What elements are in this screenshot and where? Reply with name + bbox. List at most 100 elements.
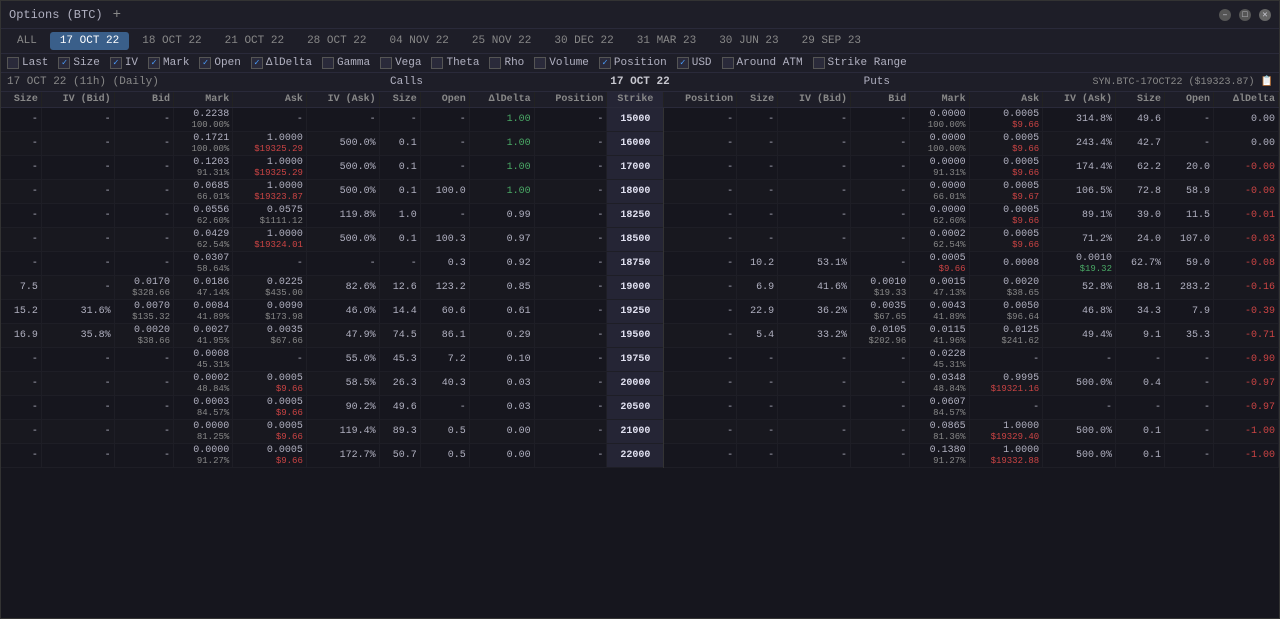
c-open: - — [420, 396, 469, 420]
p-delta: -0.00 — [1213, 180, 1278, 204]
vega-checkbox[interactable] — [380, 57, 392, 69]
c-size2: 89.3 — [379, 420, 420, 444]
size-label: Size — [73, 57, 99, 69]
delta-label: ΔlDelta — [266, 57, 312, 69]
tab-04nov22[interactable]: 04 NOV 22 — [380, 32, 459, 50]
col-calls-size2: Size — [379, 92, 420, 108]
puts-label: Puts — [864, 76, 890, 88]
c-position: - — [534, 180, 607, 204]
iv-checkbox[interactable] — [110, 57, 122, 69]
table-row: - - - 0.000384.57% 0.0005$9.66 90.2% 49.… — [1, 396, 1279, 420]
p-bid: - — [850, 132, 909, 156]
p-mark: 0.0000100.00% — [910, 132, 969, 156]
c-iv-bid: - — [41, 276, 114, 300]
c-bid: - — [114, 132, 173, 156]
p-iv-ask: 89.1% — [1043, 204, 1116, 228]
p-open: - — [1164, 444, 1213, 468]
app-window: Options (BTC) + – □ ✕ ALL 17 OCT 22 18 O… — [0, 0, 1280, 619]
tab-30jun23[interactable]: 30 JUN 23 — [709, 32, 788, 50]
tab-29sep23[interactable]: 29 SEP 23 — [792, 32, 871, 50]
gamma-checkbox[interactable] — [322, 57, 334, 69]
ctrl-mark[interactable]: Mark — [148, 57, 189, 69]
strike-21000: 21000 — [607, 420, 664, 444]
c-size2: - — [379, 108, 420, 132]
tab-30dec22[interactable]: 30 DEC 22 — [544, 32, 623, 50]
mark-checkbox[interactable] — [148, 57, 160, 69]
ctrl-theta[interactable]: Theta — [431, 57, 479, 69]
p-iv-bid: - — [778, 420, 851, 444]
maximize-button[interactable]: □ — [1239, 9, 1251, 21]
c-bid: - — [114, 420, 173, 444]
minimize-button[interactable]: – — [1219, 9, 1231, 21]
ctrl-last[interactable]: Last — [7, 57, 48, 69]
tab-21oct22[interactable]: 21 OCT 22 — [215, 32, 294, 50]
table-row: - - - 0.000091.27% 0.0005$9.66 172.7% 50… — [1, 444, 1279, 468]
close-button[interactable]: ✕ — [1259, 9, 1271, 21]
tab-18oct22[interactable]: 18 OCT 22 — [132, 32, 211, 50]
tab-25nov22[interactable]: 25 NOV 22 — [462, 32, 541, 50]
ctrl-around-atm[interactable]: Around ATM — [722, 57, 803, 69]
ctrl-volume[interactable]: Volume — [534, 57, 589, 69]
strike-15000: 15000 — [607, 108, 664, 132]
p-iv-ask: 500.0% — [1043, 444, 1116, 468]
ctrl-strike-range[interactable]: Strike Range — [813, 57, 907, 69]
c-bid: - — [114, 396, 173, 420]
c-mark: 0.000384.57% — [173, 396, 232, 420]
p-ask: 0.0050$96.64 — [969, 300, 1043, 324]
p-bid: - — [850, 420, 909, 444]
p-bid: - — [850, 396, 909, 420]
strike-19500: 19500 — [607, 324, 664, 348]
col-calls-iv-ask: IV (Ask) — [306, 92, 379, 108]
strike-range-checkbox[interactable] — [813, 57, 825, 69]
ctrl-gamma[interactable]: Gamma — [322, 57, 370, 69]
ctrl-rho[interactable]: Rho — [489, 57, 524, 69]
p-iv-ask: 71.2% — [1043, 228, 1116, 252]
tab-28oct22[interactable]: 28 OCT 22 — [297, 32, 376, 50]
c-position: - — [534, 444, 607, 468]
c-iv-bid: - — [41, 204, 114, 228]
p-size: - — [737, 348, 778, 372]
c-position: - — [534, 252, 607, 276]
c-bid: - — [114, 180, 173, 204]
tab-17oct22[interactable]: 17 OCT 22 — [50, 32, 129, 50]
last-checkbox[interactable] — [7, 57, 19, 69]
tab-all[interactable]: ALL — [7, 32, 47, 50]
ctrl-iv[interactable]: IV — [110, 57, 138, 69]
c-ask: - — [233, 108, 307, 132]
c-iv-ask: 46.0% — [306, 300, 379, 324]
options-table-container: Size IV (Bid) Bid Mark Ask IV (Ask) Size… — [1, 92, 1279, 618]
p-bid: - — [850, 156, 909, 180]
ctrl-position[interactable]: Position — [599, 57, 667, 69]
p-iv-ask: 52.8% — [1043, 276, 1116, 300]
open-checkbox[interactable] — [199, 57, 211, 69]
tab-31mar23[interactable]: 31 MAR 23 — [627, 32, 706, 50]
theta-checkbox[interactable] — [431, 57, 443, 69]
c-open: 86.1 — [420, 324, 469, 348]
position-checkbox[interactable] — [599, 57, 611, 69]
volume-checkbox[interactable] — [534, 57, 546, 69]
col-puts-delta: ΔlDelta — [1213, 92, 1278, 108]
p-bid: - — [850, 348, 909, 372]
iv-label: IV — [125, 57, 138, 69]
c-iv-bid: - — [41, 444, 114, 468]
ctrl-size[interactable]: Size — [58, 57, 99, 69]
ctrl-vega[interactable]: Vega — [380, 57, 421, 69]
ctrl-delta[interactable]: ΔlDelta — [251, 57, 312, 69]
size-checkbox[interactable] — [58, 57, 70, 69]
usd-checkbox[interactable] — [677, 57, 689, 69]
c-size: - — [1, 108, 41, 132]
p-ask: 0.0125$241.62 — [969, 324, 1043, 348]
p-iv-ask: 243.4% — [1043, 132, 1116, 156]
p-iv-ask: 500.0% — [1043, 420, 1116, 444]
c-ask: 0.0225$435.00 — [233, 276, 307, 300]
delta-checkbox[interactable] — [251, 57, 263, 69]
c-mark: 0.018647.14% — [173, 276, 232, 300]
rho-checkbox[interactable] — [489, 57, 501, 69]
ctrl-open[interactable]: Open — [199, 57, 240, 69]
p-bid: - — [850, 180, 909, 204]
around-atm-checkbox[interactable] — [722, 57, 734, 69]
add-tab-button[interactable]: + — [109, 7, 125, 23]
p-iv-ask: - — [1043, 348, 1116, 372]
ctrl-usd[interactable]: USD — [677, 57, 712, 69]
vega-label: Vega — [395, 57, 421, 69]
